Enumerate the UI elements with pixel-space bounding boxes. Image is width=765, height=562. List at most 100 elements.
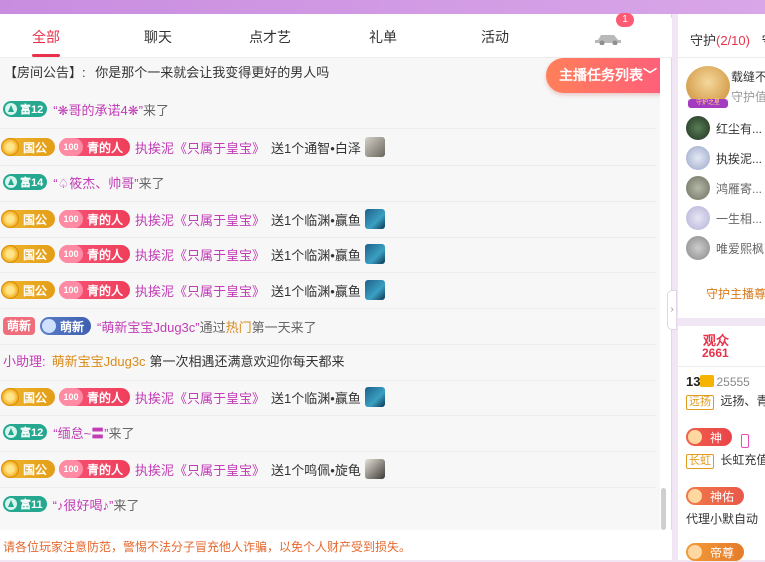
user-name[interactable]: 执挨泥《只属于皇宝》 <box>135 460 265 479</box>
guard-list-item[interactable]: 红尘有... <box>686 116 765 140</box>
fan-level: 100 <box>59 460 84 478</box>
noble-rank: 国公 <box>23 140 48 155</box>
guard-name: 唯爱熙枫 <box>716 241 765 256</box>
gift-baize-icon <box>364 137 385 157</box>
noble-rank: 国公 <box>23 283 48 298</box>
audience-item[interactable]: 神佑 <box>686 487 745 506</box>
announcement-tag: 【房间公告】: <box>4 65 86 80</box>
user-name[interactable]: “萌新宝宝Jdug3c” <box>97 317 200 336</box>
message-row: 富12 “❋哥的承诺4❋” 来了 <box>0 91 656 127</box>
noble-rank: 国公 <box>23 462 48 477</box>
noble-badge: 国公 <box>1 460 56 478</box>
tab-activity[interactable]: 活动 <box>460 18 530 56</box>
room-announcement: 【房间公告】: 你是那个一来就会让我变得更好的男人吗 <box>4 62 329 81</box>
user-name[interactable]: 执挨泥《只属于皇宝》 <box>135 388 265 407</box>
chat-scrollbar[interactable] <box>661 488 666 530</box>
audience-item[interactable]: 帝尊 <box>686 543 745 562</box>
avatar <box>686 236 710 260</box>
chat-panel: 全部 聊天 点才艺 礼单 活动 1 【房间公告】: 你是那个一来就会让我变得更好… <box>0 13 672 560</box>
message-row: 富14 “♤筱杰、帅哥” 来了 <box>0 164 656 200</box>
guard-list-item[interactable]: 唯爱熙枫 <box>686 236 765 260</box>
guard-name: 执挨泥... <box>716 151 763 166</box>
user-level: 13 <box>686 374 701 389</box>
action-text: 来了 <box>138 175 165 191</box>
action-text: 第一天来了 <box>251 319 317 335</box>
newbie-badge-label: 萌新 <box>60 319 85 334</box>
gift-fish-icon <box>364 209 385 229</box>
user-name[interactable]: “♪很好喝♪” <box>53 495 114 514</box>
god-badge-label: 神佑 <box>710 489 735 504</box>
noble-gem-icon <box>1 460 19 478</box>
guard-star-banner: 守护之星 <box>688 99 728 108</box>
wealth-badge: 富12 <box>3 424 48 440</box>
message-row: 萌新 萌新 “萌新宝宝Jdug3c” 通过 热门 第一天来了 <box>0 308 656 344</box>
audience-item[interactable]: 远扬 远扬、青 <box>686 392 765 410</box>
noble-gem-icon <box>1 138 19 156</box>
wealth-level-icon <box>5 103 17 115</box>
guard-star-avatar[interactable]: 守护之星 <box>686 66 730 108</box>
streamer-task-label: 主播任务列表 <box>559 67 643 83</box>
divider <box>678 366 765 367</box>
guard-title[interactable]: 守护(2/10) 守 <box>690 30 765 49</box>
audience-item[interactable]: 长虹 长虹充值 <box>686 451 765 469</box>
wealth-level: 富14 <box>20 177 44 189</box>
god-badge-icon <box>688 430 702 444</box>
newbie-badge: 萌新 <box>40 317 92 335</box>
message-row: 富12 “缅怠~〓” 来了 <box>0 414 656 450</box>
wealth-level: 富12 <box>20 104 44 116</box>
message-list: 【房间公告】: 你是那个一来就会让我变得更好的男人吗 主播任务列表﹀ 富12 “… <box>0 58 660 544</box>
emperor-badge: 帝尊 <box>686 543 745 561</box>
guard-list-item[interactable]: 一生相... <box>686 206 765 230</box>
fan-badge: 100 青的人 <box>59 138 131 156</box>
user-name[interactable]: 执挨泥《只属于皇宝》 <box>135 210 265 229</box>
user-name[interactable]: 执挨泥《只属于皇宝》 <box>135 245 265 264</box>
avatar <box>686 206 710 230</box>
tab-gift-list[interactable]: 礼单 <box>348 18 418 56</box>
guard-list-item[interactable]: 鸿雁寄... <box>686 176 765 200</box>
action-text: 来了 <box>142 102 169 118</box>
user-name[interactable]: 执挨泥《只属于皇宝》 <box>135 281 265 300</box>
sidebar-toggle-arrow[interactable]: › <box>667 290 677 330</box>
message-row: 富11 “♪很好喝♪” 来了 <box>0 486 656 522</box>
user-name[interactable]: “♤筱杰、帅哥” <box>53 173 138 192</box>
gift-fish-icon <box>364 244 385 264</box>
guard-streamer-link[interactable]: 守护主播尊 <box>706 285 765 302</box>
tab-all[interactable]: 全部 <box>11 18 81 57</box>
newbie-tag: 萌新 <box>3 317 36 335</box>
avatar <box>686 116 710 140</box>
guard-list-item[interactable]: 执挨泥... <box>686 146 765 170</box>
user-name[interactable]: “❋哥的承诺4❋” <box>53 100 143 119</box>
guard-title-more: 守 <box>762 33 765 48</box>
hot-link[interactable]: 热门 <box>226 317 252 336</box>
gift-fish-icon <box>364 280 385 300</box>
tab-chat[interactable]: 聊天 <box>123 18 193 56</box>
tab-talent[interactable]: 点才艺 <box>235 18 305 56</box>
noble-gem-icon <box>1 210 19 228</box>
fan-club: 青的人 <box>87 140 124 155</box>
announcement-text: 你是那个一来就会让我变得更好的男人吗 <box>95 65 330 80</box>
avatar <box>686 146 710 170</box>
wealth-level-icon <box>5 426 17 438</box>
user-name[interactable]: 萌新宝宝Jdug3c <box>52 351 146 370</box>
noble-gem-icon <box>1 281 19 299</box>
wealth-level-icon <box>5 176 17 188</box>
user-name[interactable]: “缅怠~〓” <box>53 423 108 442</box>
fan-badge: 100 青的人 <box>59 245 131 263</box>
streamer-task-button[interactable]: 主播任务列表﹀ <box>546 58 660 93</box>
wealth-badge: 富12 <box>3 101 48 117</box>
user-name[interactable]: 执挨泥《只属于皇宝》 <box>135 138 265 157</box>
audience-item[interactable]: 13 25555 <box>686 374 750 389</box>
gift-text: 送1个通智•白泽 <box>271 140 361 156</box>
emperor-badge-icon <box>688 545 702 559</box>
assistant-label: 小助理: <box>3 353 46 369</box>
guard-star-name[interactable]: 载缝不 <box>731 68 765 85</box>
car-icon[interactable] <box>594 31 622 45</box>
action-text: 来了 <box>113 497 140 513</box>
fan-club: 青的人 <box>87 390 124 405</box>
audience-item[interactable]: 神 <box>686 428 750 448</box>
via-text: 通过 <box>199 319 226 335</box>
audience-item[interactable]: 代理小默自动 <box>686 510 758 527</box>
sidebar-divider <box>678 318 765 326</box>
gift-text: 送1个临渊•赢鱼 <box>271 212 361 228</box>
noble-rank: 国公 <box>23 212 48 227</box>
